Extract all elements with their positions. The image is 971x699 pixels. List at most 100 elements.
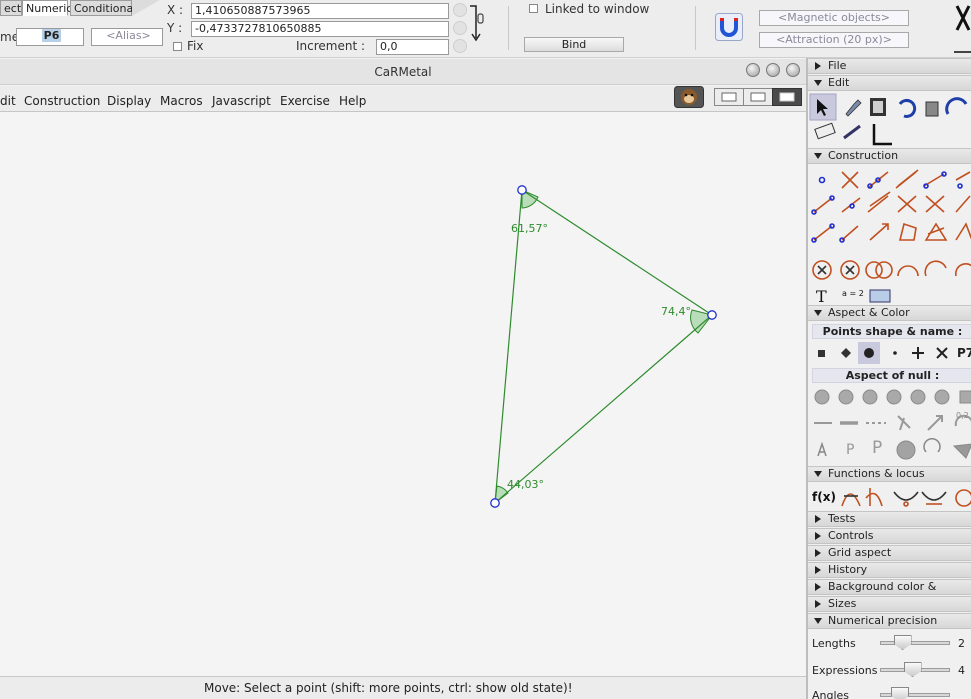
minimize-button[interactable] [746,63,760,77]
bind-button[interactable]: Bind [524,37,624,52]
section-functions-locus[interactable]: Functions & locus [808,466,971,482]
increment-toggle[interactable] [453,39,467,53]
point-top[interactable] [517,185,527,195]
precision-angles-slider[interactable] [880,687,950,699]
object-inspector-bar: ect Numeric Conditional me : P6 <Alias> … [0,0,971,58]
section-precision-label: Numerical precision [828,614,938,627]
section-background[interactable]: Background color & image [808,579,971,607]
precision-expressions-slider[interactable] [880,662,950,677]
axes-icon[interactable] [866,122,890,146]
maximize-button[interactable] [766,63,780,77]
point-name-preview[interactable]: P7 [957,346,971,360]
angle-label-bottom: 44,03° [507,478,544,491]
eraser-icon[interactable] [810,122,834,146]
point-shape-diamond-icon[interactable] [835,342,857,364]
segment-bottom-top[interactable] [494,189,523,504]
text-tool-icon[interactable]: T [816,287,827,306]
section-edit[interactable]: Edit [808,75,971,91]
close-inspector-icon[interactable] [954,2,971,56]
animation-icon[interactable] [866,94,890,118]
tab-conditional[interactable]: Conditional [70,0,136,16]
point-shape-circle-icon[interactable] [858,342,880,364]
section-file-label: File [828,59,847,72]
menu-macros[interactable]: Macros [160,94,203,108]
alias-field[interactable]: <Alias> [91,28,163,46]
magnet-icon[interactable] [715,13,743,41]
null-precision-icon[interactable]: 0,2 [956,411,969,420]
section-aspect-label: Aspect & Color [828,306,910,319]
tab-aspect[interactable]: ect [0,0,22,16]
section-sizes[interactable]: Sizes [808,596,971,612]
section-history-label: History [828,563,868,576]
section-tests[interactable]: Tests [808,511,971,527]
name-value: P6 [41,29,62,42]
layout-panel-button[interactable] [773,88,802,106]
redo-icon[interactable] [950,94,971,118]
point-shape-cross-icon[interactable] [907,342,929,364]
edit-object-icon[interactable] [838,94,862,118]
point-shape-dot-icon[interactable] [884,342,906,364]
slider-knob[interactable] [891,687,909,699]
tab-numeric[interactable]: Numeric [22,0,72,16]
tab-overflow-corner [132,0,160,16]
point-shape-x-icon[interactable] [931,342,953,364]
section-aspect-color[interactable]: Aspect & Color [808,305,971,321]
tool-palette-panel: File Edit Construction T a = 2 Aspect & … [806,58,971,699]
menu-exercise[interactable]: Exercise [280,94,330,108]
precision-lengths-value: 2 [958,637,965,650]
section-edit-label: Edit [828,76,850,89]
separator [695,6,696,50]
menu-display[interactable]: Display [107,94,151,108]
construction-canvas[interactable]: 61,57° 74,4° 44,03° [0,112,806,676]
point-name-show-icon[interactable]: P [846,442,854,458]
undo-icon[interactable] [894,94,918,118]
section-history[interactable]: History [808,562,971,578]
name-field[interactable]: P6 [16,28,84,46]
separator [508,6,509,50]
precision-expressions-label: Expressions [812,664,878,677]
delete-icon[interactable] [922,94,946,118]
menu-construction[interactable]: Construction [24,94,100,108]
point-right[interactable] [707,310,717,320]
properties-icon[interactable] [838,122,862,146]
expression-tool-icon[interactable]: a = 2 [842,289,864,298]
monkey-icon[interactable] [674,86,704,108]
linked-checkbox[interactable] [529,4,538,13]
point-shape-square-icon[interactable] [812,342,834,364]
increment-field[interactable]: 0,0 [376,39,449,55]
function-tool-icon[interactable]: f(x) [812,490,836,504]
section-tests-label: Tests [828,512,856,525]
y-label: Y : [167,21,183,35]
x-expression-toggle[interactable] [453,3,467,17]
segment-right-bottom[interactable] [494,314,713,504]
slider-knob[interactable] [893,635,912,650]
slider-knob[interactable] [903,662,922,677]
point-bottom[interactable] [490,498,500,508]
point-name-large-icon[interactable]: P [872,438,882,458]
segment-top-right[interactable] [521,189,713,316]
section-construction[interactable]: Construction [808,148,971,164]
menu-help[interactable]: Help [339,94,366,108]
fix-label: Fix [187,39,204,53]
x-field[interactable]: 1,410650887573965 [191,3,449,19]
linked-label: Linked to window [545,2,650,16]
y-expression-toggle[interactable] [453,21,467,35]
layout-split-button[interactable] [744,88,773,106]
construction-tools[interactable]: T a = 2 [808,166,971,306]
close-window-button[interactable] [786,63,800,77]
y-field[interactable]: -0,4733727810650885 [191,21,449,37]
chain-link-icon[interactable] [468,4,488,44]
menu-bar: dit Construction Display Macros Javascri… [0,86,806,112]
magnetic-objects-field[interactable]: <Magnetic objects> [759,10,909,26]
section-file[interactable]: File [808,58,971,74]
menu-edit[interactable]: dit [0,94,16,108]
section-controls[interactable]: Controls [808,528,971,544]
precision-lengths-slider[interactable] [880,635,950,650]
menu-javascript[interactable]: Javascript [212,94,271,108]
fix-checkbox[interactable] [173,42,182,51]
layout-single-button[interactable] [714,88,744,106]
attraction-field[interactable]: <Attraction (20 px)> [759,32,909,48]
section-numerical-precision[interactable]: Numerical precision [808,613,971,629]
section-grid-aspect[interactable]: Grid aspect [808,545,971,561]
move-tool-icon[interactable] [810,94,834,118]
